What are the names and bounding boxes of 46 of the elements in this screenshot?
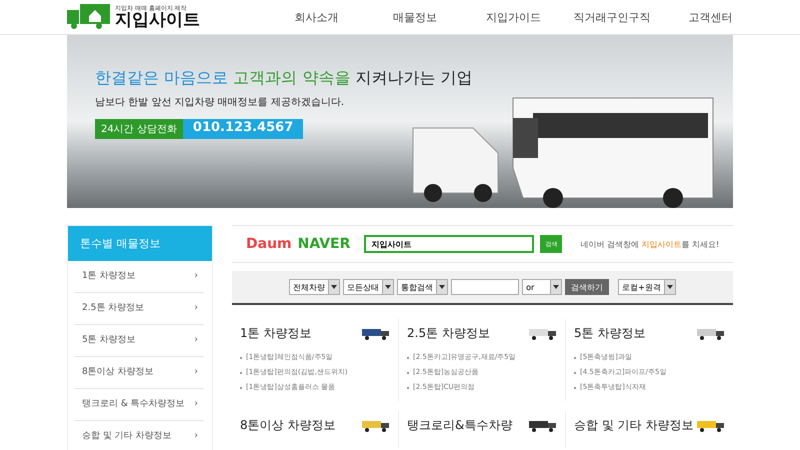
nav-link[interactable]: 회사소개: [267, 10, 366, 24]
caret-down-icon: [439, 285, 446, 289]
phone-number: 010.123.4567: [182, 119, 304, 139]
truck-icon: [529, 328, 557, 340]
sidebar-link[interactable]: 1톤 차량정보 ›: [74, 261, 204, 293]
search-field[interactable]: 지입사이트: [364, 235, 534, 253]
caret-down-icon: [385, 285, 392, 289]
truck-icon: [362, 420, 390, 432]
keyword-input[interactable]: [451, 279, 520, 295]
truck-logo-icon: [67, 4, 111, 30]
sidebar-link[interactable]: 탱크로리 & 특수차량정보 ›: [74, 389, 204, 421]
dropdown[interactable]: 모든상태: [343, 279, 394, 295]
sidebar-link[interactable]: 승합 및 기타 차량정보 ›: [74, 421, 204, 450]
search-hint: 네이버 검색창에 지입사이트를 치세요!: [580, 238, 720, 250]
sidebar-title: 톤수별 매물정보: [68, 226, 212, 261]
nav-link[interactable]: 직거래구인구직: [562, 10, 662, 24]
category-title[interactable]: 1톤 차량정보: [240, 325, 312, 342]
category-title[interactable]: 탱크로리&특수차량: [407, 417, 512, 434]
category-title[interactable]: 8톤이상 차량정보: [240, 417, 336, 434]
caret-down-icon: [553, 285, 560, 289]
banner-headline: 한결같은 마음으로 고객과의 약속을 지켜나가는 기업: [95, 68, 472, 89]
nav-link[interactable]: 고객센터: [661, 10, 760, 24]
caret-down-icon: [331, 285, 338, 289]
dropdown[interactable]: 전체차량: [289, 279, 340, 295]
truck-icon: [362, 328, 390, 340]
category-title[interactable]: 2.5톤 차량정보: [407, 325, 490, 342]
naver-logo: NAVER: [298, 236, 350, 252]
sidebar-link[interactable]: 5톤 차량정보 ›: [74, 325, 204, 357]
truck-icon: [697, 328, 725, 340]
category-title[interactable]: 승합 및 기타 차량정보: [574, 417, 694, 434]
sidebar-link[interactable]: 2.5톤 차량정보 ›: [74, 293, 204, 325]
phone-label: 24시간 상담전화: [95, 119, 183, 139]
caret-down-icon: [666, 285, 673, 289]
banner-subline: 남보다 한발 앞선 지입차량 매매정보를 제공하겠습니다.: [95, 96, 346, 109]
daum-logo: Daum: [246, 236, 292, 252]
dropdown[interactable]: 통합검색: [397, 279, 448, 295]
search-button[interactable]: 검색하기: [565, 279, 610, 295]
nav-link[interactable]: 지입가이드: [464, 10, 563, 24]
truck-icon: [697, 420, 725, 432]
truck-icon: [529, 420, 557, 432]
sidebar-link[interactable]: 8톤이상 차량정보 ›: [74, 357, 204, 389]
logo-name: 지입사이트: [115, 12, 200, 28]
dropdown[interactable]: or: [522, 279, 562, 295]
nav-link[interactable]: 매물정보: [366, 10, 464, 24]
dropdown[interactable]: 로컬+원격: [618, 279, 676, 295]
category-title[interactable]: 5톤 차량정보: [574, 325, 646, 342]
